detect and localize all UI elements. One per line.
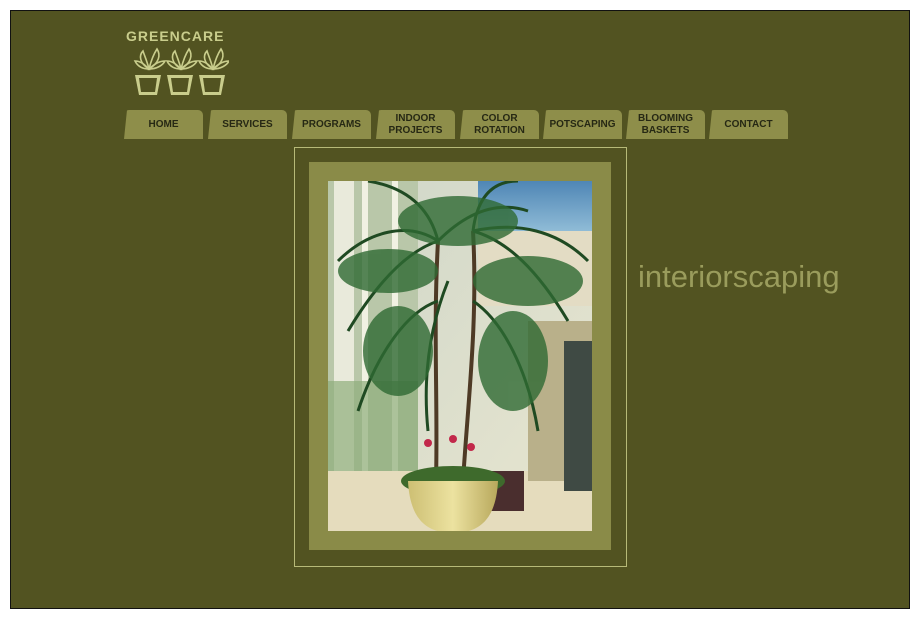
nav-tab-color-rotation[interactable]: COLOR ROTATION — [460, 110, 539, 139]
brand-logo-text[interactable]: GREENCARE — [126, 28, 224, 44]
nav-tab-indoor-projects[interactable]: INDOOR PROJECTS — [376, 110, 455, 139]
nav-tab-home[interactable]: HOME — [124, 110, 203, 139]
palm-in-lobby-photo — [328, 181, 592, 531]
nav-tab-potscaping[interactable]: POTSCAPING — [543, 110, 622, 139]
photo-frame — [294, 147, 627, 567]
nav-tab-programs[interactable]: PROGRAMS — [292, 110, 371, 139]
nav-tab-services[interactable]: SERVICES — [208, 110, 287, 139]
nav-tab-contact[interactable]: CONTACT — [709, 110, 788, 139]
tagline: interiorscaping — [638, 259, 840, 294]
photo-mat — [309, 162, 611, 550]
page-frame: GREENCARE HOME SERVICES PROGRAMS INDOOR … — [10, 10, 910, 609]
nav-tab-blooming-baskets[interactable]: BLOOMING BASKETS — [626, 110, 705, 139]
potted-plants-icon[interactable] — [133, 47, 229, 97]
